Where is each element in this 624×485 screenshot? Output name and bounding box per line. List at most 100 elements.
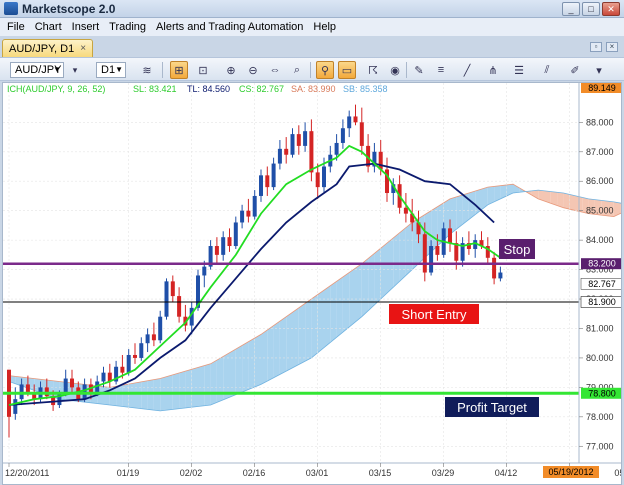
price-tick-label: 87.000 <box>586 147 614 157</box>
kumo-segment <box>405 222 413 276</box>
candle-body <box>246 210 251 217</box>
minimize-button[interactable]: _ <box>562 2 580 16</box>
magnify-icon[interactable]: ⌕ <box>288 61 306 79</box>
comment-icon[interactable]: ▭ <box>338 61 356 79</box>
close-window-button[interactable]: ✕ <box>602 2 620 16</box>
kumo-segment <box>311 294 318 358</box>
restore-chart-icon[interactable]: ▫ <box>590 42 602 52</box>
price-tick-label: 86.000 <box>586 176 614 186</box>
candle-body <box>259 175 263 196</box>
kumo-segment <box>355 263 362 322</box>
candle-body <box>214 246 219 255</box>
chart-type-icon[interactable]: ≋ <box>138 61 156 79</box>
ruler-icon[interactable]: ✎ <box>410 61 428 79</box>
kumo-segment <box>254 334 261 388</box>
candle-body <box>284 148 289 155</box>
kumo-segment <box>361 258 369 317</box>
zoom-area-icon[interactable]: ⊡ <box>194 61 212 79</box>
zoom-out-icon[interactable]: ⊖ <box>244 61 262 79</box>
kumo-segment <box>324 285 331 348</box>
title-bar: Marketscope 2.0 _ □ ✕ <box>0 0 624 18</box>
close-chart-icon[interactable]: × <box>606 42 618 52</box>
date-tick-label: 02/02 <box>180 468 203 478</box>
toolbar-separator <box>310 62 311 78</box>
timeframe-select[interactable]: D1 ▼ <box>96 62 126 78</box>
candle-body <box>233 222 238 247</box>
fibonacci-icon[interactable]: ≡ <box>432 61 450 79</box>
window-controls: _ □ ✕ <box>562 2 620 16</box>
candle-body <box>101 372 106 382</box>
symbol-dropdown-icon[interactable]: ▾ <box>66 61 84 79</box>
trend-line-icon[interactable]: ╱ <box>458 61 476 79</box>
menu-file[interactable]: File <box>2 21 30 33</box>
kumo-segment <box>531 190 539 199</box>
candle-body <box>498 272 503 279</box>
candle-body <box>303 131 308 146</box>
tab-close-icon[interactable]: × <box>80 43 86 54</box>
candle-body <box>158 316 163 341</box>
current-price-value: 82.767 <box>588 279 616 289</box>
date-axis: 12/20/2011 01/19 02/02 02/16 03/01 03/15 03/29… <box>5 463 622 478</box>
pencil-icon[interactable]: ✐ <box>566 61 584 79</box>
kumo-segment <box>298 303 306 365</box>
chart-toolbar: AUD/JPY ▼ ▾ D1 ▼ ≋ ⊞ ⊡ ⊕ ⊖ ⇔ ⌕ ⚲ ▭ ☈ ◉ ✎… <box>0 57 624 81</box>
zoom-in-icon[interactable]: ⊕ <box>222 61 240 79</box>
window-title: Marketscope 2.0 <box>22 2 116 16</box>
stop-price-value: 83.200 <box>588 259 616 269</box>
price-tick-label: 85.000 <box>586 206 614 216</box>
candle-body <box>359 122 364 146</box>
tab-chart-audjpy[interactable]: AUD/JPY, D1 × <box>2 39 94 57</box>
symbol-select[interactable]: AUD/JPY ▼ <box>10 62 64 78</box>
maximize-button[interactable]: □ <box>582 2 600 16</box>
kumo-segment <box>229 349 236 398</box>
candle-body <box>435 246 440 255</box>
candle-body <box>227 237 232 247</box>
price-chart[interactable]: ICH(AUD/JPY, 9, 26, 52) SL: 83.421 TL: 8… <box>3 83 622 485</box>
indicator-sa: SA: 83.990 <box>291 84 336 94</box>
candle-body <box>13 399 18 414</box>
toolbar-separator <box>406 62 407 78</box>
candle-body <box>133 354 137 358</box>
kumo-segment <box>210 360 217 406</box>
kumo-segment <box>393 232 400 288</box>
menu-trading[interactable]: Trading <box>104 21 151 33</box>
candle-body <box>448 228 452 244</box>
kumo-segment <box>292 307 299 368</box>
candle-body <box>95 381 100 394</box>
candle-body <box>347 116 352 129</box>
kumo-segment <box>141 380 148 410</box>
end-date-value: 05/19/2012 <box>548 467 593 477</box>
crosshair-icon[interactable]: ⊞ <box>170 61 188 79</box>
chart-panel[interactable]: ICH(AUD/JPY, 9, 26, 52) SL: 83.421 TL: 8… <box>2 82 622 485</box>
indicator-icon[interactable]: ☈ <box>364 61 382 79</box>
menu-bar: File Chart Insert Trading Alerts and Tra… <box>0 18 624 36</box>
ichimoku-cloud <box>8 183 621 412</box>
candle-body <box>309 131 314 173</box>
scroll-icon[interactable]: ⇔ <box>266 61 284 79</box>
pitchfork-icon[interactable]: ⋔ <box>484 61 502 79</box>
kumo-segment <box>216 356 224 403</box>
menu-chart[interactable]: Chart <box>30 21 67 33</box>
target-price-value: 78.800 <box>588 388 616 398</box>
price-tick-label: 78.000 <box>586 412 614 422</box>
channel-icon[interactable]: ⫽ <box>538 61 556 79</box>
menu-insert[interactable]: Insert <box>67 21 105 33</box>
horizontal-line-icon[interactable]: ☰ <box>510 61 528 79</box>
date-tick-label: 05/08 <box>614 468 622 478</box>
chevron-down-icon: ▼ <box>53 65 61 74</box>
globe-icon[interactable]: ◉ <box>386 61 404 79</box>
tab-strip: AUD/JPY, D1 × ▫ × <box>0 36 624 57</box>
menu-help[interactable]: Help <box>308 21 341 33</box>
candle-body <box>70 378 74 388</box>
candle-body <box>265 175 270 188</box>
kumo-segment <box>317 290 324 353</box>
candle-body <box>202 266 207 276</box>
candle-body <box>164 281 169 317</box>
drawing-icon[interactable]: ⚲ <box>316 61 334 79</box>
kumo-segment <box>135 381 142 409</box>
kumo-segment <box>273 321 280 378</box>
menu-alerts[interactable]: Alerts and Trading Automation <box>151 21 308 33</box>
indicator-name: ICH(AUD/JPY, 9, 26, 52) <box>7 84 105 94</box>
candle-body <box>290 134 295 155</box>
more-tools-icon[interactable]: ▾ <box>590 61 608 79</box>
